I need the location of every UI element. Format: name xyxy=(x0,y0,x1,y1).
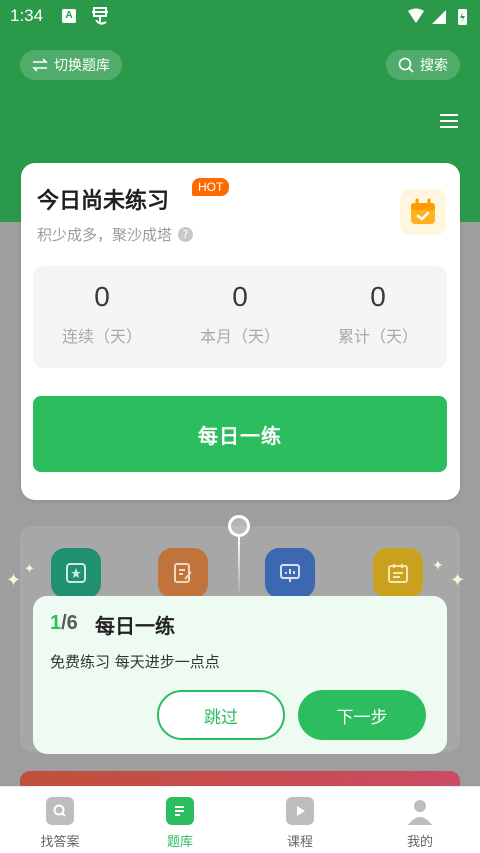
menu-icon[interactable] xyxy=(440,113,458,129)
star-task-icon[interactable] xyxy=(51,548,101,598)
guide-step-total: /6 xyxy=(61,612,78,634)
search-icon xyxy=(398,57,414,73)
bottom-tab-bar: 找答案 题库 课程 我的 xyxy=(0,786,480,853)
question-bank-icon xyxy=(166,797,194,825)
guide-title: 每日一练 xyxy=(95,614,175,638)
status-time: 1:34 xyxy=(10,6,44,25)
stat-value: 0 xyxy=(232,281,248,312)
next-step-button[interactable]: 下一步 xyxy=(298,690,426,740)
practice-title: 今日尚未练习 xyxy=(37,189,170,214)
app-notification-icon: A xyxy=(62,9,76,23)
sparkle-icon: ✦ xyxy=(24,562,35,577)
onboarding-guide: 1/6 每日一练 免费练习 每天进步一点点 跳过 下一步 xyxy=(33,596,447,754)
tab-label: 课程 xyxy=(286,835,313,850)
practice-subtitle: 积少成多，聚沙成塔 ? xyxy=(37,224,194,245)
sparkle-icon: ✦ xyxy=(450,570,466,591)
system-status-icons xyxy=(406,8,472,26)
stat-value: 0 xyxy=(94,281,110,312)
stat-value: 0 xyxy=(370,281,386,312)
guide-step-counter: 1/6 xyxy=(50,612,78,635)
stat-label: 累计（天） xyxy=(337,327,418,346)
tab-find-answers[interactable]: 找答案 xyxy=(0,787,120,853)
stat-streak: 0 连续（天） xyxy=(33,266,171,368)
stat-label: 本月（天） xyxy=(199,327,280,346)
tab-label: 找答案 xyxy=(40,835,80,850)
guide-step-current: 1 xyxy=(50,612,62,634)
stat-month: 0 本月（天） xyxy=(171,266,309,368)
hot-badge: HOT xyxy=(192,178,230,196)
stat-label: 连续（天） xyxy=(61,327,142,346)
sparkle-icon: ✦ xyxy=(6,570,22,591)
swap-icon xyxy=(32,58,48,72)
search-book-icon xyxy=(46,797,74,825)
play-icon xyxy=(286,797,314,825)
daily-practice-card: 今日尚未练习 HOT 积少成多，聚沙成塔 ? 0 连续（天） 0 本月（天） 0… xyxy=(21,163,460,500)
tab-courses[interactable]: 课程 xyxy=(240,787,360,853)
status-bar: 1:34 A xyxy=(0,0,480,34)
switch-bank-label: 切换题库 xyxy=(54,58,110,74)
presentation-icon[interactable] xyxy=(265,548,315,598)
bug-notification-icon xyxy=(90,4,110,31)
guide-description: 免费练习 每天进步一点点 xyxy=(50,653,220,671)
sparkle-icon: ✦ xyxy=(432,558,444,574)
stats-panel: 0 连续（天） 0 本月（天） 0 累计（天） xyxy=(33,266,447,368)
search-label: 搜索 xyxy=(420,58,448,74)
calendar-list-icon[interactable] xyxy=(373,548,423,598)
tab-profile[interactable]: 我的 xyxy=(360,787,480,853)
help-icon[interactable]: ? xyxy=(178,227,194,242)
skip-button[interactable]: 跳过 xyxy=(157,690,285,740)
guide-pointer-line xyxy=(238,537,240,597)
tab-label: 我的 xyxy=(406,835,433,850)
tab-label: 题库 xyxy=(166,835,193,850)
edit-note-icon[interactable] xyxy=(158,548,208,598)
calendar-check-icon[interactable] xyxy=(400,189,446,235)
daily-practice-button[interactable]: 每日一练 xyxy=(33,396,447,472)
guide-pointer-dot xyxy=(228,515,250,537)
user-icon xyxy=(406,797,434,825)
stat-total: 0 累计（天） xyxy=(309,266,447,368)
switch-bank-button[interactable]: 切换题库 xyxy=(20,50,122,80)
search-button[interactable]: 搜索 xyxy=(386,50,460,80)
tab-question-bank[interactable]: 题库 xyxy=(120,787,240,853)
practice-subtitle-text: 积少成多，聚沙成塔 xyxy=(37,226,173,244)
